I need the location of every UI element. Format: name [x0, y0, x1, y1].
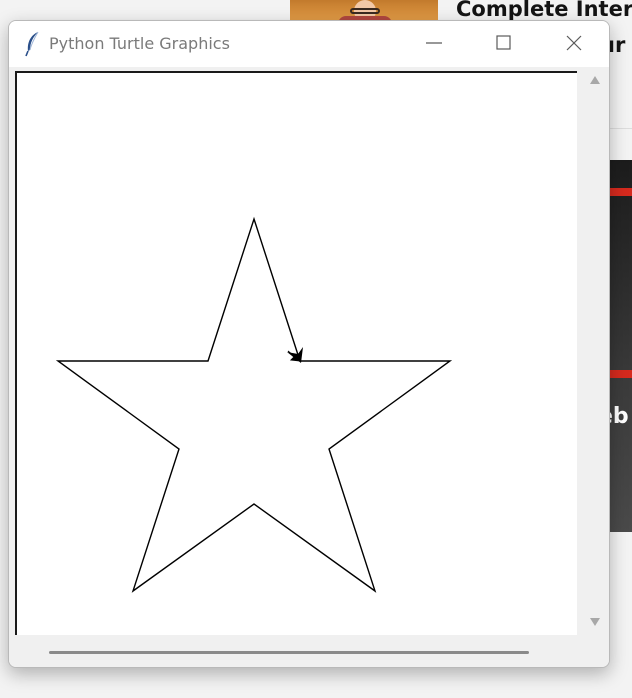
scroll-down-arrow-icon[interactable] [589, 617, 601, 627]
scroll-up-arrow-icon[interactable] [589, 75, 601, 85]
maximize-icon [496, 35, 511, 50]
close-button[interactable] [539, 21, 609, 65]
window-client-area [9, 67, 609, 667]
window-title: Python Turtle Graphics [49, 34, 230, 53]
close-icon [566, 35, 582, 51]
horizontal-scrollbar[interactable] [15, 641, 577, 663]
turtle-canvas[interactable] [15, 71, 577, 635]
thumbnail-glasses [350, 8, 380, 14]
minimize-button[interactable] [399, 21, 469, 65]
star-shape [55, 216, 453, 593]
screen: Complete Interv ur eb Python Turtle Grap… [0, 0, 632, 698]
maximize-button[interactable] [469, 21, 539, 65]
background-article-headline[interactable]: Complete Interv [456, 0, 632, 22]
title-bar[interactable]: Python Turtle Graphics [9, 21, 609, 67]
feather-icon [23, 31, 43, 57]
minimize-icon [426, 42, 442, 44]
horizontal-scrollbar-thumb[interactable] [49, 651, 529, 654]
vertical-scrollbar[interactable] [585, 71, 605, 635]
turtle-window: Python Turtle Graphics [8, 20, 610, 668]
